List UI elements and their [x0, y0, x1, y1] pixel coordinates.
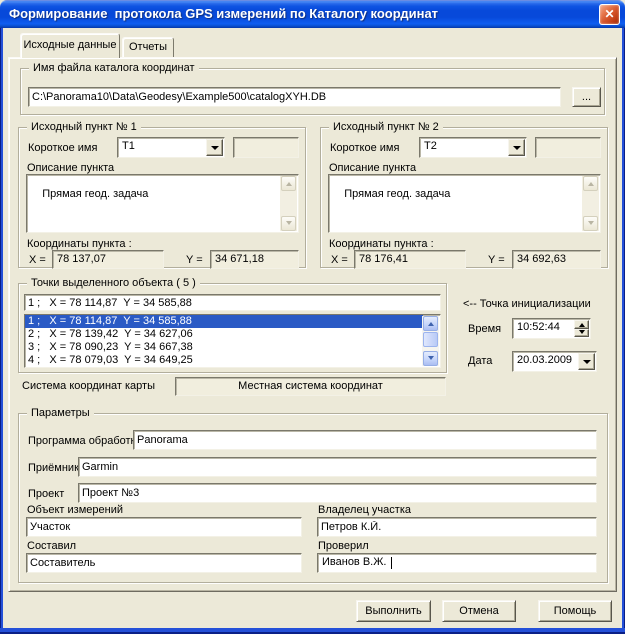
list-item[interactable]: 1 ; X = 78 114,87 Y = 34 585,88 — [25, 315, 423, 328]
receiver-input[interactable] — [78, 457, 597, 477]
time-value: 10:52:44 — [517, 321, 560, 333]
point1-group-legend: Исходный пункт № 1 — [27, 121, 141, 134]
time-spin-buttons[interactable] — [574, 320, 589, 337]
scrollbar-thumb[interactable] — [423, 332, 438, 347]
scroll-up-icon[interactable] — [423, 316, 438, 331]
project-label: Проект — [28, 488, 64, 500]
point1-y-label: Y = — [186, 254, 203, 266]
current-point-input[interactable] — [24, 294, 441, 311]
scroll-down-icon[interactable] — [583, 216, 598, 231]
time-label: Время — [468, 323, 501, 335]
object-label: Объект измерений — [27, 504, 123, 516]
date-value: 20.03.2009 — [517, 354, 572, 366]
title-bar[interactable]: Формирование протокола GPS измерений по … — [0, 0, 625, 28]
point1-y-value: 34 671,18 — [210, 250, 299, 269]
point2-x-value: 78 176,41 — [354, 250, 466, 269]
point2-description-label: Описание пункта — [329, 162, 416, 174]
chevron-down-icon[interactable] — [578, 353, 595, 370]
dialog-window: Формирование протокола GPS измерений по … — [0, 0, 625, 634]
list-item[interactable]: 3 ; X = 78 090,23 Y = 34 667,38 — [25, 341, 423, 354]
point2-short-name-value: T2 — [424, 140, 437, 152]
text-caret — [391, 557, 392, 569]
scroll-up-icon[interactable] — [281, 176, 296, 191]
point2-group-legend: Исходный пункт № 2 — [329, 121, 443, 134]
params-group-legend: Параметры — [27, 407, 94, 420]
point1-coords-label: Координаты пункта : — [27, 238, 132, 250]
tab-source-data[interactable]: Исходные данные — [20, 33, 120, 58]
point2-short-name-combo[interactable]: T2 — [419, 137, 527, 158]
point2-description-memo[interactable]: Прямая геод. задача — [328, 174, 601, 233]
window-border-left — [0, 28, 3, 634]
program-input[interactable] — [133, 430, 597, 450]
points-group-legend: Точки выделенного объекта ( 5 ) — [27, 277, 200, 290]
help-button[interactable]: Помощь — [538, 600, 612, 622]
coord-system-label: Система координат карты — [22, 380, 155, 392]
program-label: Программа обработки — [28, 435, 142, 447]
tab-reports[interactable]: Отчеты — [122, 37, 174, 58]
time-spinner[interactable]: 10:52:44 — [512, 318, 591, 339]
cancel-button[interactable]: Отмена — [442, 600, 516, 622]
init-point-label: <-- Точка инициализации — [463, 298, 591, 310]
point1-short-name-combo[interactable]: T1 — [117, 137, 225, 158]
point1-short-name-value: T1 — [122, 140, 135, 152]
point2-short-name-label: Короткое имя — [330, 142, 399, 154]
owner-label: Владелец участка — [318, 504, 411, 516]
chevron-down-icon[interactable] — [508, 139, 525, 156]
object-input[interactable] — [26, 517, 302, 537]
point2-y-label: Y = — [488, 254, 505, 266]
scroll-down-icon[interactable] — [423, 351, 438, 366]
spin-up-icon[interactable] — [574, 320, 589, 329]
coord-system-value: Местная система координат — [175, 377, 446, 396]
window-title: Формирование протокола GPS измерений по … — [9, 0, 438, 27]
file-name-group-legend: Имя файла каталога координат — [29, 62, 199, 75]
point1-extra-field — [233, 137, 299, 158]
list-item[interactable]: 4 ; X = 78 079,03 Y = 34 649,25 — [25, 354, 423, 367]
point2-coords-label: Координаты пункта : — [329, 238, 434, 250]
point1-description-memo[interactable]: Прямая геод. задача — [26, 174, 299, 233]
points-list-scrollbar[interactable] — [422, 316, 439, 366]
checker-value: Иванов В.Ж. — [322, 556, 386, 568]
checker-input[interactable]: Иванов В.Ж. — [317, 553, 597, 573]
chevron-down-icon[interactable] — [206, 139, 223, 156]
compiler-input[interactable] — [26, 553, 302, 573]
point1-short-name-label: Короткое имя — [28, 142, 97, 154]
list-item[interactable]: 2 ; X = 78 139,42 Y = 34 627,06 — [25, 328, 423, 341]
scroll-up-icon[interactable] — [583, 176, 598, 191]
scroll-down-icon[interactable] — [281, 216, 296, 231]
point1-x-label: X = — [29, 254, 46, 266]
date-label: Дата — [468, 355, 492, 367]
point1-x-value: 78 137,07 — [52, 250, 164, 269]
checker-label: Проверил — [318, 540, 369, 552]
point1-memo-scrollbar[interactable] — [280, 176, 297, 231]
compiler-label: Составил — [27, 540, 76, 552]
point2-description-text: Прямая геод. задача — [344, 188, 450, 200]
close-icon[interactable]: ✕ — [599, 4, 620, 25]
point2-x-label: X = — [331, 254, 348, 266]
spin-down-icon[interactable] — [574, 329, 589, 338]
point1-description-text: Прямая геод. задача — [42, 188, 148, 200]
window-border-bottom — [0, 628, 625, 634]
point2-extra-field — [535, 137, 601, 158]
catalog-path-input[interactable] — [28, 87, 561, 107]
point2-memo-scrollbar[interactable] — [582, 176, 599, 231]
points-list[interactable]: 1 ; X = 78 114,87 Y = 34 585,88 2 ; X = … — [24, 314, 441, 368]
point1-description-label: Описание пункта — [27, 162, 114, 174]
point2-y-value: 34 692,63 — [512, 250, 601, 269]
project-input[interactable] — [78, 483, 597, 503]
date-combo[interactable]: 20.03.2009 — [512, 351, 597, 372]
execute-button[interactable]: Выполнить — [356, 600, 431, 622]
owner-input[interactable] — [317, 517, 597, 537]
receiver-label: Приёмник — [28, 462, 79, 474]
browse-ellipsis-button[interactable]: ... — [572, 87, 601, 107]
